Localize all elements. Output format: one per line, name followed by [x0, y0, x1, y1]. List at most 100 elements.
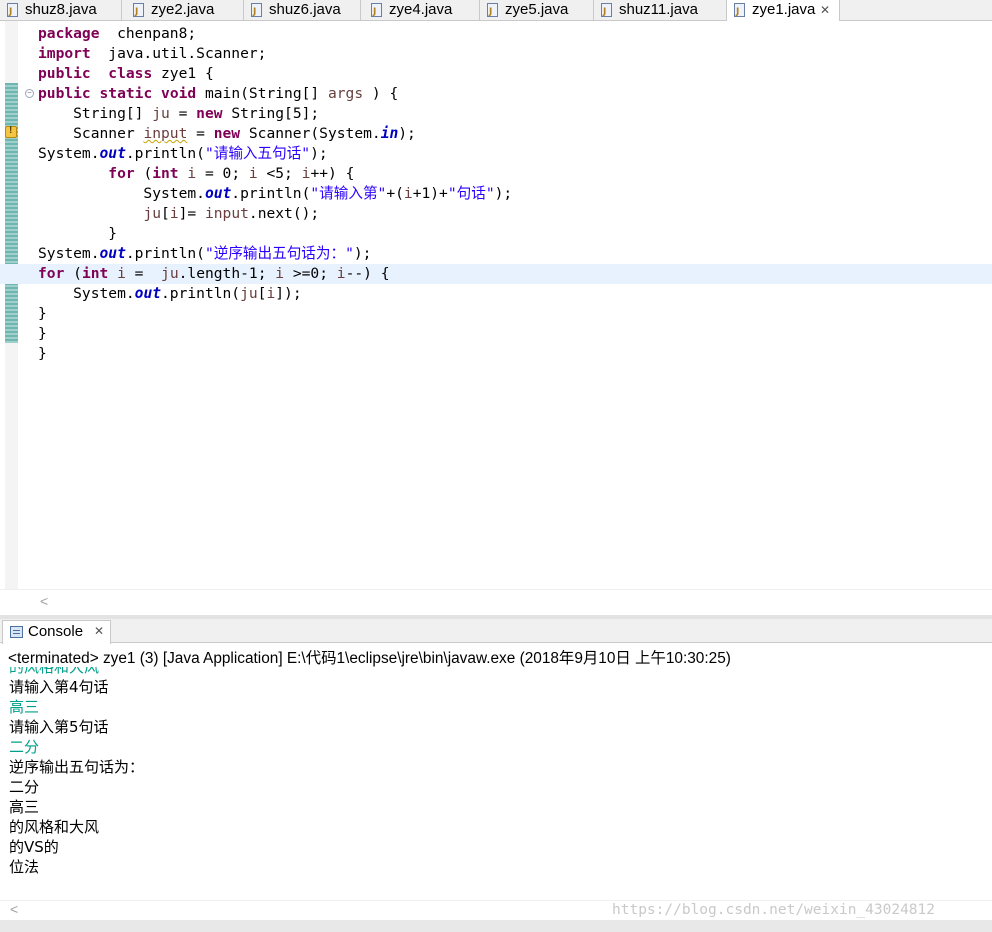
code-token: >=0;	[284, 265, 337, 282]
console-line: 请输入第5句话	[9, 718, 109, 736]
code-token: ju	[143, 205, 162, 222]
close-console-icon[interactable]: ✕	[94, 624, 104, 638]
editor-horizontal-scrollbar[interactable]: <	[0, 589, 992, 615]
tab-shuz11-java[interactable]: shuz11.java	[594, 0, 727, 22]
console-tab-label: Console	[28, 623, 84, 640]
java-file-icon	[601, 2, 612, 22]
tab-zye2-java[interactable]: zye2.java	[126, 0, 244, 22]
code-token: main(String[]	[196, 85, 328, 102]
code-token: ]=	[178, 205, 205, 222]
code-token: );	[398, 125, 416, 142]
code-token: args	[327, 85, 364, 102]
code-token: out	[99, 245, 126, 262]
code-token: +(	[386, 185, 404, 202]
code-token: package	[38, 25, 100, 42]
code-token: ju	[161, 265, 179, 282]
warning-icon[interactable]	[5, 125, 17, 138]
console-line: 请输入第4句话	[9, 678, 109, 696]
fold-collapse-icon[interactable]: −	[25, 89, 34, 98]
code-token: out	[99, 145, 126, 162]
code-token: = 0;	[196, 165, 249, 182]
code-token: "请输入第"	[310, 185, 387, 202]
console-line: 的风格和大风	[9, 667, 100, 676]
console-line: 二分	[9, 738, 40, 756]
tab-label: zye5.java	[505, 1, 569, 18]
console-line: 高三	[9, 698, 40, 716]
code-line: package chenpan8;	[38, 24, 992, 44]
code-token: --) {	[345, 265, 390, 282]
code-token: .println(	[125, 145, 205, 162]
console-text[interactable]: 的风格和大风 请输入第4句话 高三 请输入第5句话 二分 逆序输出五句话为： 二分 高三 的风格…	[9, 667, 989, 900]
console-line: 的VS的	[9, 838, 59, 856]
tab-shuz6-java[interactable]: shuz6.java	[244, 0, 361, 22]
java-file-icon	[133, 2, 144, 22]
code-line: ju[i]= input.next();	[38, 204, 992, 224]
code-token: i	[248, 165, 258, 182]
close-tab-icon[interactable]: ✕	[820, 0, 830, 20]
code-token: );	[494, 185, 513, 202]
code-line: for (int i = ju.length-1; i >=0; i--) {	[0, 264, 992, 284]
code-token: .println(	[125, 245, 205, 262]
console-line: 二分	[9, 778, 40, 796]
code-token: =	[169, 105, 197, 122]
code-line: System.out.println("逆序输出五句话为：");	[38, 244, 992, 264]
code-token: public	[38, 65, 91, 82]
code-token: =	[125, 265, 162, 282]
code-editor[interactable]: − package chenpan8;import java.util.Scan…	[0, 21, 992, 615]
scroll-left-arrow-icon[interactable]: <	[40, 593, 48, 609]
code-token: String[]	[38, 105, 153, 122]
code-token: java.util.Scanner;	[90, 45, 267, 62]
code-token: i	[403, 185, 413, 202]
code-token: "请输入五句话"	[204, 145, 311, 162]
code-token: int	[152, 165, 179, 182]
code-token: .length-1;	[178, 265, 276, 282]
code-token: Scanner	[38, 125, 144, 142]
code-token: System.	[38, 285, 135, 302]
tab-console[interactable]: Console ✕	[2, 620, 111, 644]
tab-label: zye2.java	[151, 1, 215, 18]
code-line: public class zye1 {	[38, 64, 992, 84]
console-line: 逆序输出五句话为：	[9, 758, 145, 776]
code-token: i	[169, 205, 179, 222]
code-line: for (int i = 0; i <5; i++) {	[38, 164, 992, 184]
tab-label: shuz11.java	[619, 1, 698, 18]
tab-shuz8-java[interactable]: shuz8.java	[0, 0, 122, 22]
code-token: chenpan8;	[99, 25, 197, 42]
tab-zye1-java[interactable]: zye1.java ✕	[727, 0, 840, 22]
tab-zye5-java[interactable]: zye5.java	[480, 0, 594, 22]
code-area[interactable]: package chenpan8; import java.util.Scanne…	[0, 24, 992, 364]
scroll-left-arrow-icon[interactable]: <	[10, 901, 18, 917]
console-line: 高三	[9, 798, 40, 816]
code-token: );	[353, 245, 372, 262]
code-token: (	[134, 165, 153, 182]
tab-label: zye1.java	[752, 1, 816, 18]
code-token: }	[38, 305, 47, 322]
tab-label: shuz8.java	[25, 1, 97, 18]
code-token: i	[187, 165, 197, 182]
code-token: input	[143, 125, 188, 142]
console-line: 位法	[9, 858, 40, 876]
console-output-area[interactable]: <terminated> zye1 (3) [Java Application]…	[0, 644, 992, 900]
code-token: out	[204, 185, 232, 202]
console-tab-bar: Console ✕	[0, 619, 992, 644]
code-token: ) {	[363, 85, 399, 102]
code-token: for	[38, 265, 65, 282]
code-token: System.	[38, 185, 205, 202]
code-token: "句话"	[447, 185, 495, 202]
console-line: 的风格和大风	[9, 818, 100, 836]
code-token: ju	[152, 105, 170, 122]
code-line: public static void main(String[] args ) …	[38, 84, 992, 104]
console-lines: 的风格和大风 请输入第4句话 高三 请输入第5句话 二分 逆序输出五句话为： 二分 高三 的风格…	[9, 667, 144, 877]
code-token: .println(	[161, 285, 241, 302]
code-token: int	[81, 265, 109, 282]
tab-zye4-java[interactable]: zye4.java	[364, 0, 480, 22]
status-strip	[0, 920, 992, 932]
java-file-icon	[251, 2, 262, 22]
java-file-icon	[371, 2, 382, 22]
code-token: ju	[240, 285, 258, 302]
